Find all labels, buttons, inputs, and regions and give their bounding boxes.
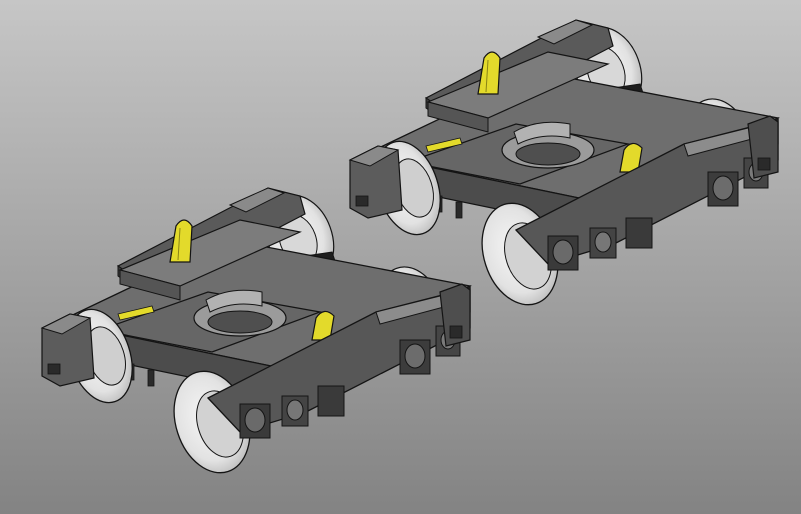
viewport-background — [0, 0, 801, 514]
cad-viewport[interactable] — [0, 0, 801, 514]
viewport-canvas[interactable] — [0, 0, 801, 514]
